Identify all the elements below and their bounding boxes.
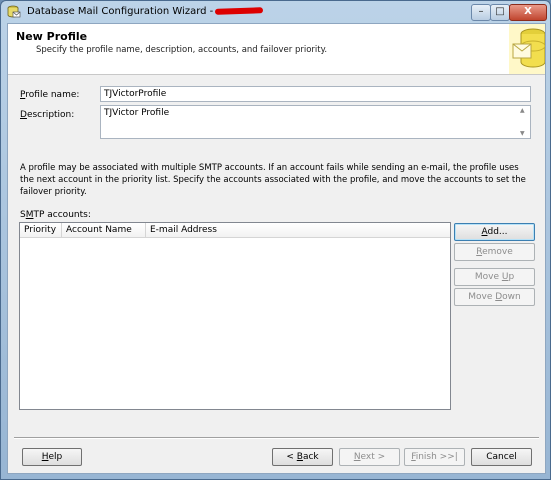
page-title: New Profile [16,30,88,43]
page-subtitle: Specify the profile name, description, a… [36,45,328,55]
wizard-client-area: New Profile Specify the profile name, de… [7,23,546,474]
smtp-accounts-label: SMTP accounts: [20,210,91,220]
column-priority[interactable]: Priority [20,223,62,237]
wizard-header: New Profile Specify the profile name, de… [8,24,545,75]
cancel-button[interactable]: Cancel [471,448,532,466]
column-account-name[interactable]: Account Name [62,223,146,237]
close-button[interactable]: X [509,4,547,21]
add-button[interactable]: Add... [454,223,535,241]
window-title: Database Mail Configuration Wizard - [27,6,264,17]
description-label: Description: [20,110,75,120]
wizard-window: Database Mail Configuration Wizard - – □… [0,0,551,480]
list-header: Priority Account Name E-mail Address [20,223,450,238]
database-mail-icon [7,5,21,18]
scroll-up-arrow-icon[interactable]: ▲ [520,107,525,114]
remove-button[interactable]: Remove [454,243,535,261]
move-up-button[interactable]: Move Up [454,268,535,286]
description-scrollbar[interactable]: ▲ ▼ [518,106,530,138]
redacted-server-name [215,7,264,15]
profile-name-label: Profile name: [20,90,80,100]
maximize-button[interactable]: □ [490,4,510,21]
next-button[interactable]: Next > [339,448,400,466]
help-button[interactable]: Help [22,448,82,466]
column-email-address[interactable]: E-mail Address [146,223,264,237]
finish-button[interactable]: Finish >>| [404,448,465,466]
description-text: TJVictor Profile [104,108,170,118]
description-input[interactable]: TJVictor Profile ▲ ▼ [100,105,531,139]
footer-separator [14,437,539,439]
database-envelope-icon [509,24,545,74]
smtp-accounts-list[interactable]: Priority Account Name E-mail Address [19,222,451,410]
back-button[interactable]: < Back [272,448,333,466]
scroll-down-arrow-icon[interactable]: ▼ [520,130,525,137]
title-bar[interactable]: Database Mail Configuration Wizard - – □… [1,1,550,23]
failover-info-text: A profile may be associated with multipl… [20,163,526,197]
move-down-button[interactable]: Move Down [454,288,535,306]
profile-name-input[interactable]: TJVictorProfile [100,86,531,102]
minimize-button[interactable]: – [471,4,491,21]
